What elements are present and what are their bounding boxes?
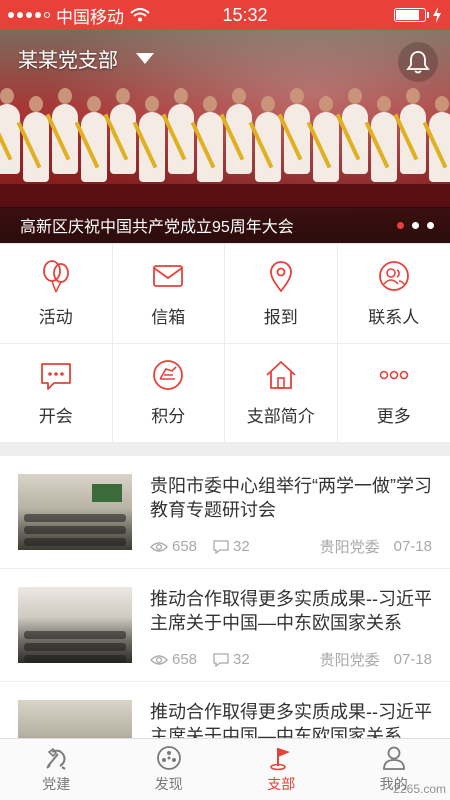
news-source: 贵阳党委 (319, 539, 380, 556)
charging-icon (433, 7, 441, 23)
news-item[interactable]: 推动合作取得更多实质成果--习近平主席关于中国—中东欧国家关系 658 32 贵… (0, 569, 450, 682)
contacts-icon (377, 259, 411, 293)
grid-item-checkin[interactable]: 报到 (225, 244, 338, 344)
tab-party-building[interactable]: 党建 (0, 739, 113, 800)
flag-icon (270, 748, 291, 771)
home-icon (264, 358, 298, 392)
banner-photo-figure (429, 96, 450, 182)
banner-photo-figure (400, 88, 426, 174)
grid-item-mailbox[interactable]: 信箱 (112, 244, 225, 344)
comment-icon (213, 539, 229, 554)
signal-icon (8, 12, 50, 18)
points-icon (151, 358, 185, 392)
banner-photo-figure (284, 88, 310, 174)
comment-count: 32 (233, 538, 250, 555)
compass-icon (156, 746, 181, 770)
tab-bar: 党建 发现 支部 我的 (0, 738, 450, 800)
eye-icon (150, 654, 168, 665)
carousel-indicators (397, 222, 434, 229)
grid-item-more[interactable]: 更多 (337, 344, 450, 443)
news-date: 07-18 (393, 651, 432, 668)
banner-photo-figure (0, 88, 20, 174)
section-divider (0, 443, 450, 456)
banner-photo-figure (371, 96, 397, 182)
carrier-name: 中国移动 (56, 7, 124, 27)
carrier-area: 中国移动 (8, 3, 198, 28)
more-dots-icon (377, 358, 411, 392)
mail-icon (151, 259, 185, 293)
banner-photo-figure (168, 88, 194, 174)
chat-bubble-icon (39, 358, 73, 392)
location-pin-icon (264, 259, 298, 293)
banner-photo-figure (139, 96, 165, 182)
news-title: 推动合作取得更多实质成果--习近平主席关于中国—中东欧国家关系 (150, 589, 432, 633)
balloon-icon (39, 259, 73, 293)
site-watermark: 2265.com (393, 782, 446, 796)
news-date: 07-18 (393, 538, 432, 555)
grid-item-branch-intro[interactable]: 支部简介 (225, 343, 338, 443)
carousel-dot (427, 222, 434, 229)
view-count: 658 (172, 651, 198, 668)
news-meta: 658 32 贵阳党委 07-18 (150, 649, 432, 670)
banner-photo-figure (110, 88, 136, 174)
carousel-dot (397, 222, 404, 229)
grid-item-activity[interactable]: 活动 (0, 244, 113, 344)
party-emblem-icon (46, 747, 66, 770)
comment-icon (213, 652, 229, 667)
eye-icon (150, 541, 168, 552)
grid-item-points[interactable]: 积分 (112, 343, 225, 443)
banner-photo-figure (226, 88, 252, 174)
dropdown-icon (136, 53, 154, 64)
view-count: 658 (172, 538, 198, 555)
banner-photo-figure (255, 96, 281, 182)
function-grid: 活动 信箱 报到 联系人 开会 积分 支部简介 更多 (0, 243, 450, 443)
status-bar: 中国移动 15:32 (0, 0, 450, 30)
news-title: 推动合作取得更多实质成果--习近平主席关于中国—中东欧国家关系 (150, 702, 432, 738)
news-list: 贵阳市委中心组举行“两学一做”学习教育专题研讨会 658 32 贵阳党委 07-… (0, 456, 450, 738)
banner-photo-figure (313, 96, 339, 182)
banner-caption: 高新区庆祝中国共产党成立95周年大会 (0, 207, 450, 243)
grid-item-contacts[interactable]: 联系人 (337, 244, 450, 344)
notification-button[interactable] (398, 42, 438, 82)
news-title: 贵阳市委中心组举行“两学一做”学习教育专题研讨会 (150, 476, 432, 520)
user-icon (382, 746, 405, 770)
news-meta: 658 32 贵阳党委 07-18 (150, 536, 432, 557)
banner-photo-figure (23, 96, 49, 182)
news-item[interactable]: 推动合作取得更多实质成果--习近平主席关于中国—中东欧国家关系 (0, 682, 450, 738)
banner-photo-figure (342, 88, 368, 174)
banner-carousel[interactable]: 某某党支部 高新区庆祝中国共产党成立95周年大会 (0, 30, 450, 243)
comment-count: 32 (233, 651, 250, 668)
tab-branch[interactable]: 支部 (225, 739, 338, 800)
branch-selector[interactable]: 某某党支部 (18, 44, 154, 73)
news-thumbnail (18, 587, 132, 663)
news-thumbnail (18, 474, 132, 550)
branch-name: 某某党支部 (18, 50, 118, 72)
news-item[interactable]: 贵阳市委中心组举行“两学一做”学习教育专题研讨会 658 32 贵阳党委 07-… (0, 456, 450, 569)
news-source: 贵阳党委 (319, 652, 380, 669)
carousel-dot (412, 222, 419, 229)
banner-photo-figure (52, 88, 78, 174)
grid-item-meeting[interactable]: 开会 (0, 343, 113, 443)
status-time: 15:32 (222, 4, 268, 25)
news-thumbnail (18, 700, 132, 738)
banner-photo-figure (81, 96, 107, 182)
battery-icon (394, 8, 429, 22)
tab-discover[interactable]: 发现 (113, 739, 226, 800)
wifi-icon (130, 8, 150, 22)
bell-icon (406, 51, 430, 74)
banner-photo-figure (197, 96, 223, 182)
